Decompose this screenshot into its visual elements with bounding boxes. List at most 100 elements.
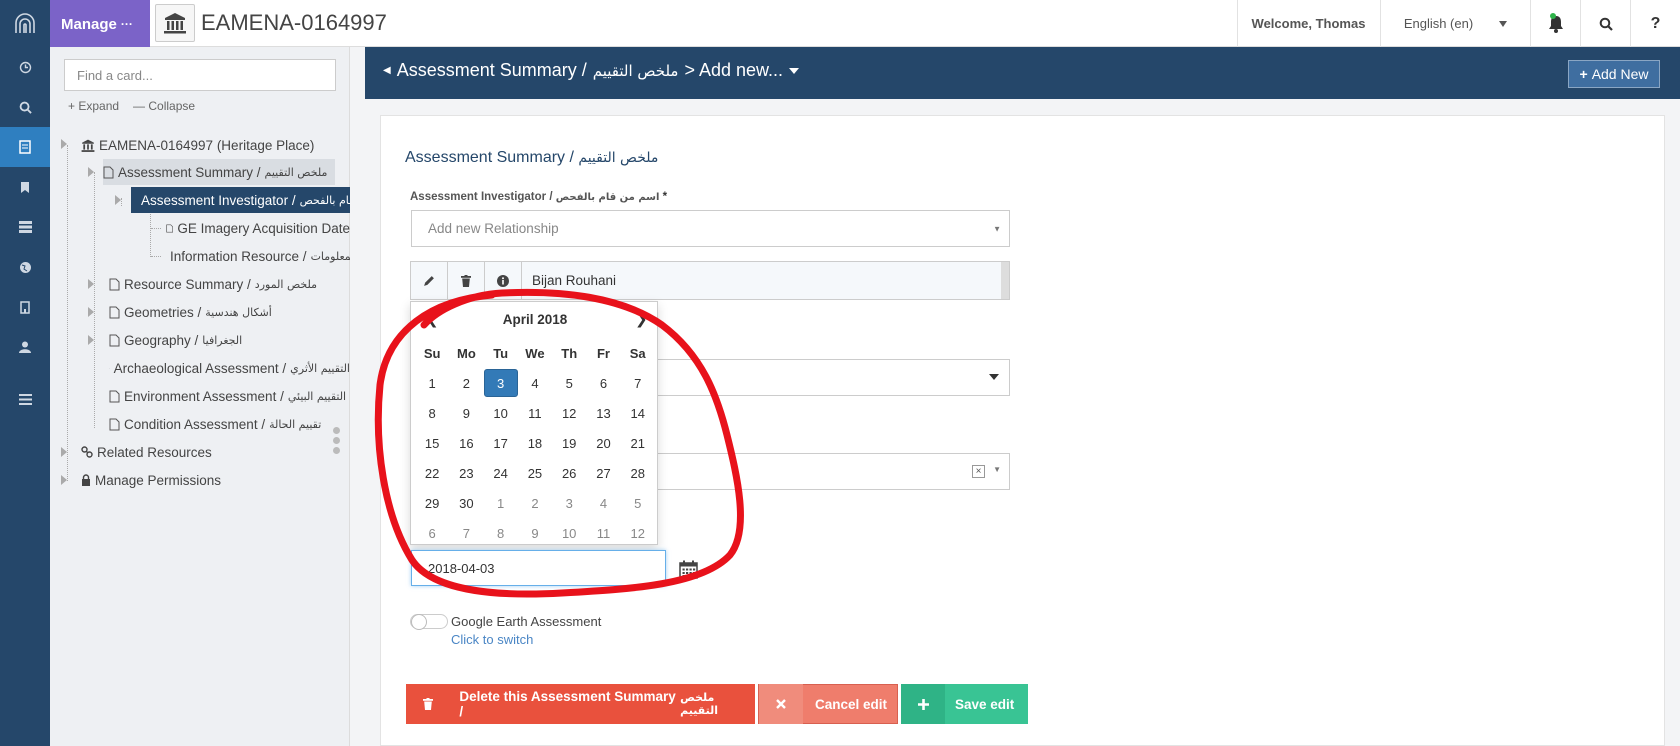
- resource-title: EAMENA-0164997: [201, 10, 387, 35]
- file-icon: [103, 166, 114, 178]
- tree-node-geometries[interactable]: Geometries / أشكال هندسية: [109, 299, 272, 325]
- file-icon: [109, 367, 110, 369]
- expand-arrow-icon[interactable]: [88, 307, 94, 317]
- tree-node-label: Condition Assessment /: [124, 416, 266, 432]
- collapse-arrow-icon[interactable]: [88, 167, 94, 177]
- tree-node-label-ar: التقييم الأثري: [290, 361, 350, 375]
- save-edit-button[interactable]: Save edit: [901, 684, 1028, 724]
- plus-icon: [901, 684, 945, 724]
- collapse-arrow-icon[interactable]: [61, 475, 67, 485]
- landmark-icon: [164, 13, 186, 34]
- rail-database[interactable]: [0, 207, 50, 247]
- rail-profile[interactable]: [0, 327, 50, 367]
- rail-graphs[interactable]: [0, 287, 50, 327]
- nav-rail: [0, 47, 50, 746]
- breadcrumb-tail: > Add new...: [684, 60, 784, 80]
- collapse-all-button[interactable]: — Collapse: [133, 99, 195, 113]
- investigator-label-ar: اسم من قام بالفحص: [555, 192, 660, 203]
- tree-node-label: Environment Assessment /: [124, 388, 284, 404]
- relationship-select[interactable]: Add new Relationship ▼: [411, 210, 1010, 247]
- expand-arrow-icon[interactable]: [88, 279, 94, 289]
- tree-node-condition-assessment[interactable]: Condition Assessment / تقييم الحالة: [109, 411, 321, 437]
- landmark-icon: [81, 139, 95, 152]
- manage-menu-button[interactable]: Manage ···: [50, 0, 150, 48]
- clear-icon[interactable]: ×: [972, 465, 985, 478]
- chevron-down-icon: ▼: [993, 224, 1001, 233]
- collapse-arrow-icon[interactable]: [61, 139, 67, 149]
- arches-logo-icon: [15, 12, 35, 33]
- tree-node-label: Assessment Investigator /: [141, 192, 296, 208]
- tree-node-label: Resource Summary /: [124, 276, 251, 292]
- tree-node-heritage-place[interactable]: EAMENA-0164997 (Heritage Place): [81, 132, 314, 158]
- card-search-input[interactable]: [64, 59, 336, 91]
- tree-node-manage-permissions[interactable]: Manage Permissions: [81, 467, 221, 493]
- lock-icon: [82, 474, 90, 486]
- tree-node-assessment-investigator[interactable]: Assessment Investigator / اسم من قام بال…: [131, 187, 350, 213]
- tree-node-resource-summary[interactable]: Resource Summary / ملخص المورد: [109, 271, 317, 297]
- tree-node-label: Archaeological Assessment /: [113, 360, 287, 376]
- building-icon: [20, 300, 30, 314]
- tree-node-assessment-summary[interactable]: Assessment Summary / ملخص التقييم: [103, 159, 335, 185]
- search-button[interactable]: [1580, 0, 1630, 47]
- form-title-label: Assessment Summary /: [405, 149, 579, 166]
- rail-menu[interactable]: [0, 379, 50, 419]
- tree-node-label-ar: اسم من قام بالفحص: [299, 193, 350, 207]
- collapse-arrow-icon[interactable]: [115, 195, 121, 205]
- rail-map[interactable]: [0, 247, 50, 287]
- tree-node-label-ar: تقييم الحالة: [269, 417, 322, 431]
- breadcrumb[interactable]: ◀ Assessment Summary / ملخص التقييم > Ad…: [383, 60, 800, 81]
- tree-node-label-ar: أشكال هندسية: [205, 305, 272, 319]
- tree-actions: + Expand — Collapse: [68, 99, 195, 113]
- arches-logo[interactable]: [0, 0, 50, 47]
- toggle-label: Google Earth Assessment: [451, 614, 602, 629]
- tree-connector: [94, 172, 95, 428]
- language-select[interactable]: English (en): [1380, 0, 1530, 47]
- notifications-button[interactable]: [1530, 0, 1580, 47]
- bookmark-icon: [21, 181, 29, 193]
- tree-node-label-ar: ملخص المورد: [254, 277, 318, 291]
- panel-resize-handle[interactable]: [331, 427, 341, 459]
- expand-all-button[interactable]: + Expand: [68, 99, 119, 113]
- search-icon: [1599, 17, 1613, 31]
- tree-node-label: Information Resource /: [170, 248, 307, 264]
- tree-node-label-ar: الجغرافيا: [202, 333, 243, 347]
- language-label: English (en): [1403, 16, 1474, 31]
- rail-bookmarks[interactable]: [0, 167, 50, 207]
- rail-resource-editor[interactable]: [0, 127, 50, 167]
- collapse-arrow-icon[interactable]: [61, 447, 67, 457]
- link-icon: [81, 446, 93, 458]
- file-icon: [109, 278, 120, 290]
- rail-search[interactable]: [0, 87, 50, 127]
- tree-node-geography[interactable]: Geography / الجغرافيا: [109, 327, 242, 353]
- delete-label: Delete this Assessment Summary /: [459, 689, 676, 719]
- chevron-down-icon: ▼: [993, 465, 1001, 474]
- toggle-switch-link[interactable]: Click to switch: [451, 632, 533, 647]
- tree-connector: [121, 198, 122, 206]
- delete-card-button[interactable]: Delete this Assessment Summary / ملخص ال…: [406, 684, 755, 724]
- add-new-button[interactable]: + Add New: [1568, 60, 1660, 88]
- tree-connector: [67, 145, 68, 481]
- tree-node-related-resources[interactable]: Related Resources: [81, 439, 212, 465]
- tree-node-information-resource[interactable]: Information Resource / مصدر المعلومات: [166, 243, 350, 269]
- cancel-edit-button[interactable]: Cancel edit: [758, 684, 898, 724]
- tree-node-label: EAMENA-0164997 (Heritage Place): [99, 137, 315, 153]
- help-button[interactable]: ?: [1630, 0, 1680, 47]
- tree-node-label: Geography /: [124, 332, 199, 348]
- chevron-left-icon: ◀: [383, 65, 391, 76]
- tree-node-label: Geometries /: [124, 304, 202, 320]
- rail-recent[interactable]: [0, 47, 50, 87]
- tree-node-environment-assessment[interactable]: Environment Assessment / التقييم البيئي: [109, 383, 346, 409]
- tree-connector: [150, 212, 151, 257]
- plus-icon: +: [1579, 66, 1588, 82]
- toggle-knob: [411, 614, 427, 630]
- tree-node-ge-imagery-date[interactable]: GE Imagery Acquisition Date: [166, 215, 350, 241]
- welcome-user[interactable]: Welcome, Thomas: [1237, 0, 1379, 47]
- breadcrumb-label-ar: ملخص التقييم: [592, 61, 679, 80]
- tree-node-archaeological-assessment[interactable]: Archaeological Assessment / التقييم الأث…: [109, 355, 350, 381]
- expand-arrow-icon[interactable]: [88, 335, 94, 345]
- google-earth-toggle[interactable]: [410, 614, 448, 630]
- file-icon: [109, 334, 120, 346]
- caret-down-icon: [989, 374, 999, 380]
- red-annotation-circle: [374, 288, 744, 598]
- globe-icon: [19, 261, 31, 273]
